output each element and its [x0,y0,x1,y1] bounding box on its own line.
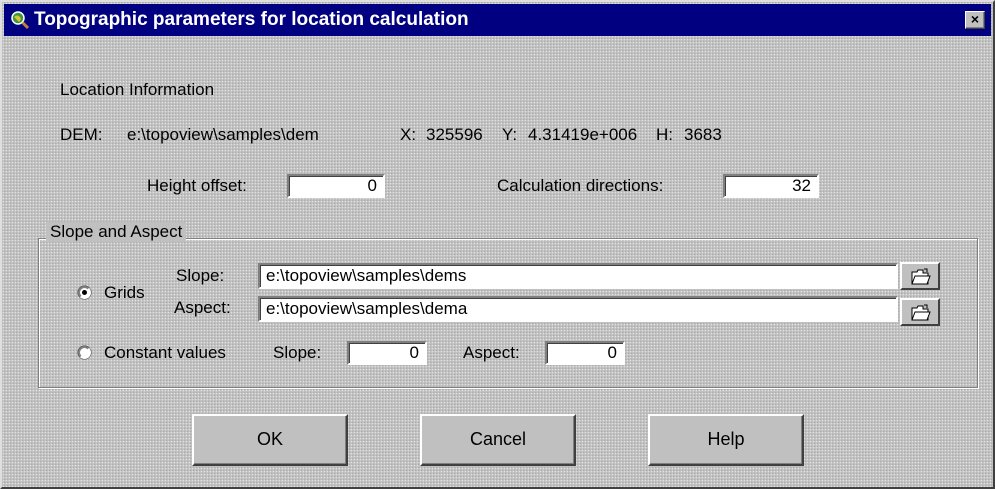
constant-aspect-input[interactable] [545,341,625,365]
grid-aspect-path-input[interactable] [258,296,898,322]
dem-label: DEM: [60,125,103,144]
browse-slope-button[interactable] [900,262,940,290]
grid-slope-label: Slope: [176,266,225,285]
location-info-heading: Location Information [60,80,215,99]
grid-slope-path-input[interactable] [258,263,898,289]
calc-directions-label: Calculation directions: [497,176,664,195]
slope-aspect-group-label: Slope and Aspect [46,222,187,242]
cancel-button[interactable]: Cancel [420,414,576,466]
title-bar[interactable]: Topographic parameters for location calc… [4,4,991,36]
y-label: Y: [502,125,518,144]
close-button[interactable]: × [965,11,985,29]
h-value: 3683 [684,125,722,144]
x-label: X: [400,125,417,144]
constant-slope-input[interactable] [347,341,427,365]
height-offset-label: Height offset: [147,176,247,195]
grids-radio[interactable] [78,286,91,299]
browse-aspect-button[interactable] [900,298,940,326]
constant-values-label[interactable]: Constant values [104,343,226,363]
magnifier-globe-icon [11,11,30,30]
help-button[interactable]: Help [648,414,804,466]
window-title: Topographic parameters for location calc… [34,9,469,30]
y-value: 4.31419e+006 [528,125,638,144]
x-value: 325596 [426,125,483,144]
grid-aspect-label: Aspect: [174,298,231,317]
h-label: H: [656,125,673,144]
dem-value: e:\topoview\samples\dem [127,125,319,144]
constant-aspect-label: Aspect: [463,343,520,362]
ok-button[interactable]: OK [192,414,348,466]
height-offset-input[interactable] [287,174,385,198]
open-folder-icon [911,304,931,321]
grids-label[interactable]: Grids [104,283,145,303]
constant-slope-label: Slope: [273,343,322,362]
constant-values-radio[interactable] [78,346,91,359]
open-folder-icon [911,268,931,285]
dialog-window: Topographic parameters for location calc… [0,0,995,489]
calc-directions-input[interactable] [723,174,819,198]
radio-selected-dot [82,290,87,295]
